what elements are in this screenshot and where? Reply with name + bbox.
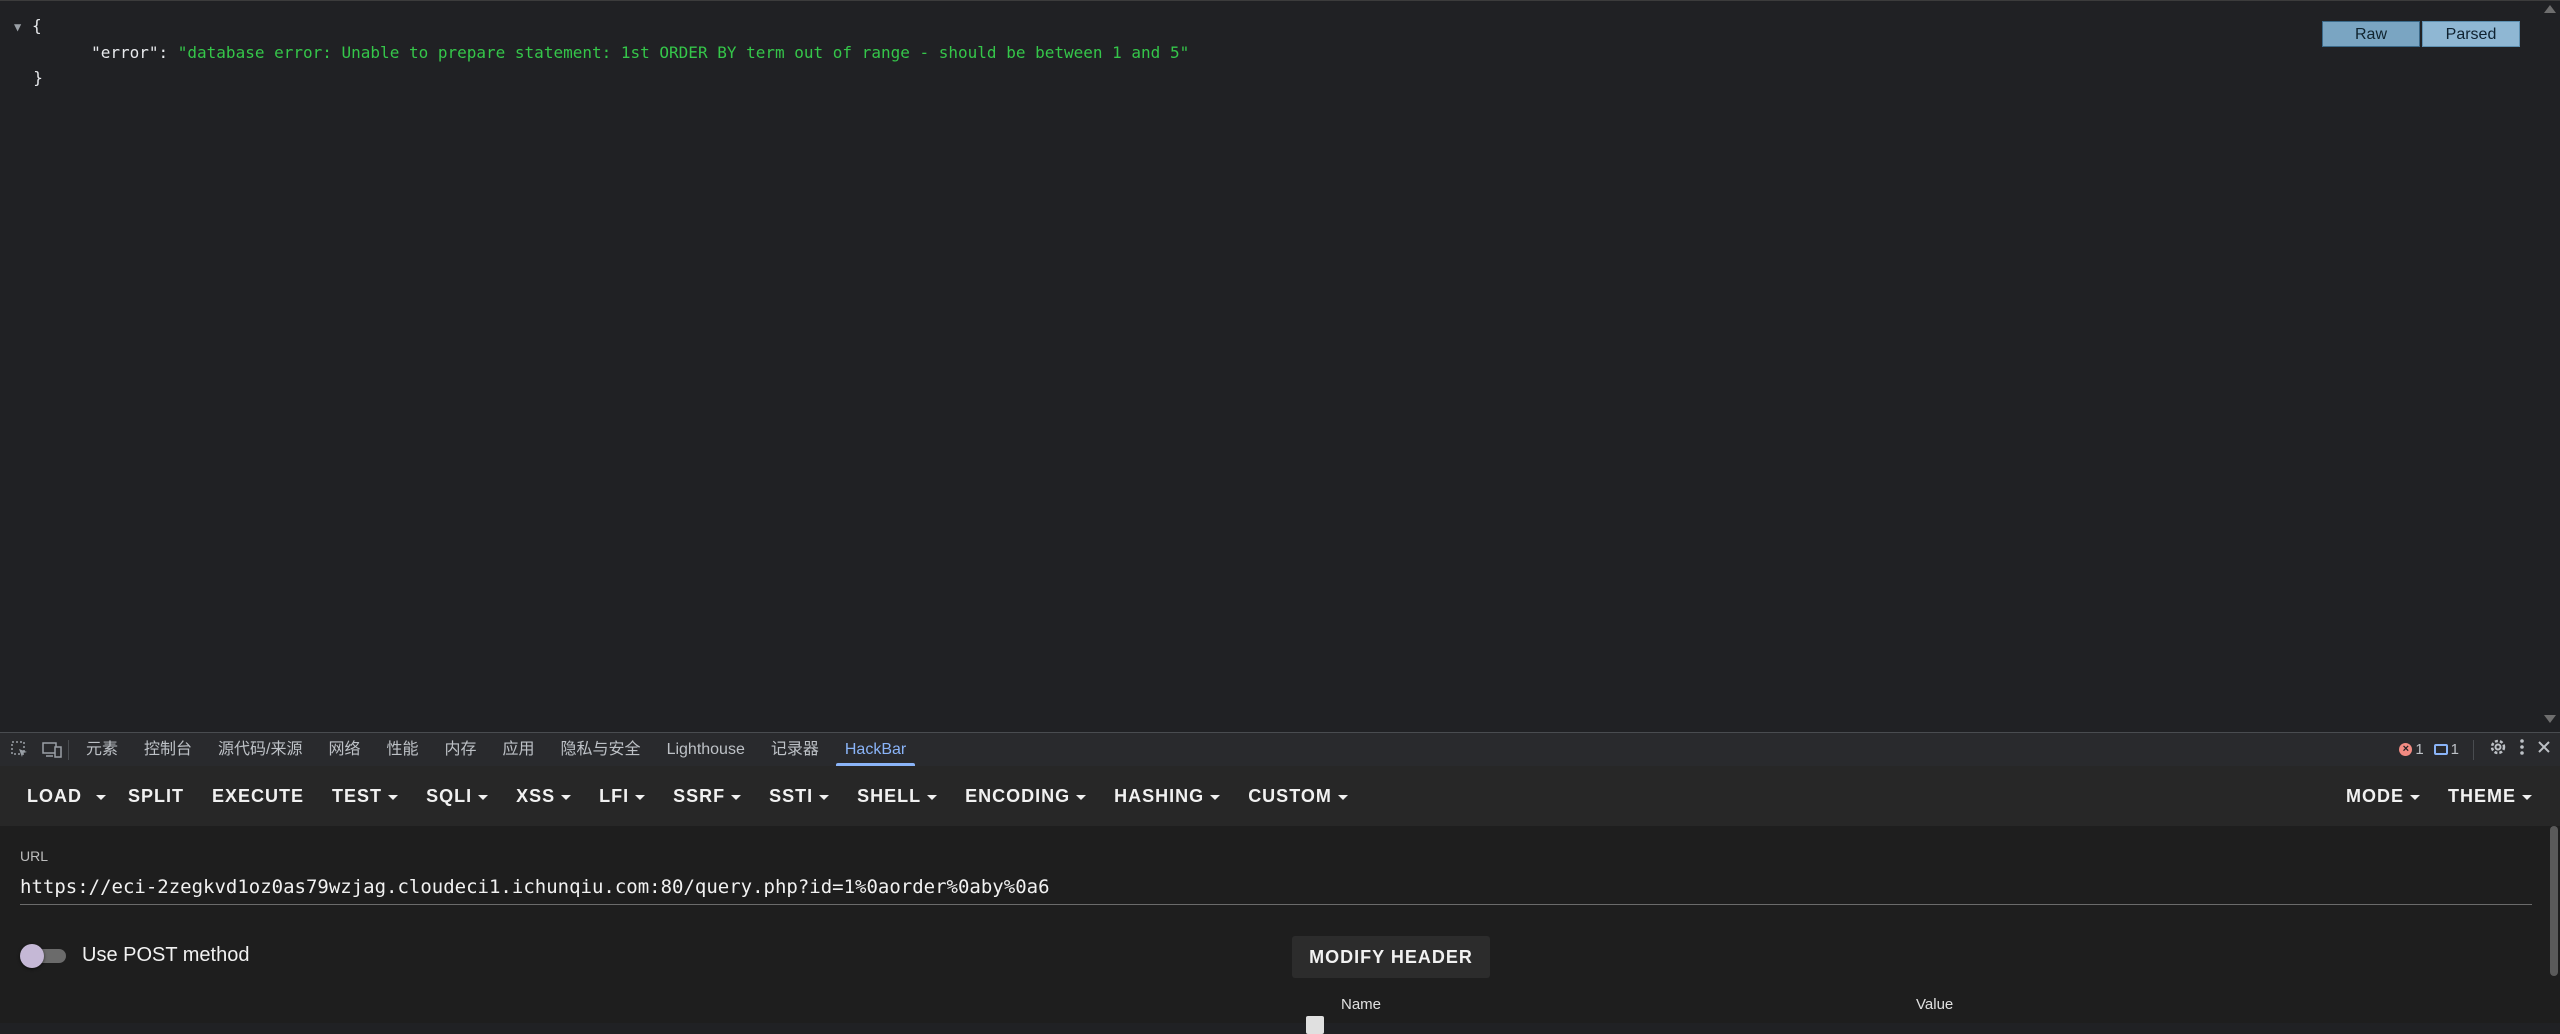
post-method-toggle[interactable] bbox=[20, 944, 68, 968]
error-badge[interactable]: × 1 bbox=[2399, 741, 2424, 758]
custom-menu[interactable]: CUSTOM bbox=[1234, 766, 1362, 826]
tab-lighthouse[interactable]: Lighthouse bbox=[654, 733, 758, 766]
tab-sources[interactable]: 源代码/来源 bbox=[205, 733, 315, 766]
xss-menu[interactable]: XSS bbox=[502, 766, 585, 826]
tab-divider bbox=[68, 739, 69, 760]
chevron-down-icon bbox=[478, 794, 489, 800]
chevron-down-icon bbox=[1210, 794, 1221, 800]
ssti-menu[interactable]: SSTI bbox=[755, 766, 843, 826]
tab-privacy-security[interactable]: 隐私与安全 bbox=[548, 733, 654, 766]
post-method-label: Use POST method bbox=[82, 944, 250, 966]
theme-menu[interactable]: THEME bbox=[2434, 766, 2560, 826]
message-count: 1 bbox=[2450, 741, 2459, 758]
hackbar-toolbar: LOAD SPLIT EXECUTE TEST SQLI XSS LFI SSR… bbox=[0, 766, 2560, 826]
ssrf-menu[interactable]: SSRF bbox=[659, 766, 755, 826]
header-select-all-checkbox[interactable] bbox=[1306, 1016, 1324, 1034]
more-options-icon[interactable] bbox=[2518, 737, 2526, 762]
device-toolbar-icon[interactable] bbox=[40, 738, 64, 762]
chevron-down-icon bbox=[2522, 794, 2532, 800]
devtools-actions: × 1 1 bbox=[2399, 733, 2552, 766]
close-icon[interactable] bbox=[2536, 739, 2552, 760]
chevron-down-icon bbox=[388, 794, 399, 800]
load-menu-button[interactable] bbox=[96, 766, 114, 826]
ssrf-label: SSRF bbox=[673, 786, 726, 806]
split-button[interactable]: SPLIT bbox=[114, 766, 198, 826]
execute-button[interactable]: EXECUTE bbox=[198, 766, 318, 826]
parsed-button[interactable]: Parsed bbox=[2422, 21, 2520, 47]
inspect-element-icon[interactable] bbox=[8, 738, 32, 762]
tab-network[interactable]: 网络 bbox=[315, 733, 373, 766]
json-key: "error" bbox=[91, 43, 159, 62]
chevron-down-icon bbox=[731, 794, 742, 800]
mode-menu[interactable]: MODE bbox=[2332, 766, 2434, 826]
gear-icon[interactable] bbox=[2488, 737, 2508, 762]
test-menu[interactable]: TEST bbox=[318, 766, 412, 826]
hackbar-scrollbar[interactable] bbox=[2550, 826, 2558, 976]
json-open-brace: { bbox=[32, 16, 42, 35]
header-name-column: Name bbox=[1341, 996, 1382, 1013]
actions-divider bbox=[2473, 739, 2474, 760]
mode-label: MODE bbox=[2346, 786, 2404, 806]
shell-label: SHELL bbox=[857, 786, 922, 806]
tab-elements[interactable]: 元素 bbox=[73, 733, 131, 766]
json-value: "database error: Unable to prepare state… bbox=[177, 43, 1190, 62]
message-badge[interactable]: 1 bbox=[2433, 741, 2459, 758]
ssti-label: SSTI bbox=[769, 786, 814, 806]
collapse-triangle-icon[interactable]: ▼ bbox=[14, 15, 32, 40]
sqli-menu[interactable]: SQLI bbox=[412, 766, 502, 826]
encoding-menu[interactable]: ENCODING bbox=[951, 766, 1100, 826]
encoding-label: ENCODING bbox=[965, 786, 1071, 806]
scroll-up-arrow-icon[interactable] bbox=[2544, 5, 2556, 13]
error-icon: × bbox=[2399, 743, 2413, 756]
message-icon bbox=[2433, 744, 2448, 755]
chevron-down-icon bbox=[1337, 794, 1348, 800]
lfi-menu[interactable]: LFI bbox=[585, 766, 659, 826]
test-label: TEST bbox=[332, 786, 383, 806]
theme-label: THEME bbox=[2448, 786, 2516, 806]
header-value-column: Value bbox=[1916, 996, 1954, 1013]
chevron-down-icon bbox=[96, 794, 106, 800]
chevron-down-icon bbox=[1076, 794, 1087, 800]
url-label: URL bbox=[20, 848, 49, 864]
chevron-down-icon bbox=[2410, 794, 2420, 800]
hashing-label: HASHING bbox=[1114, 786, 1205, 806]
load-button[interactable]: LOAD bbox=[0, 766, 96, 826]
raw-button[interactable]: Raw bbox=[2322, 21, 2420, 47]
custom-label: CUSTOM bbox=[1248, 786, 1332, 806]
hashing-menu[interactable]: HASHING bbox=[1100, 766, 1234, 826]
tab-memory[interactable]: 内存 bbox=[432, 733, 490, 766]
raw-parsed-toggle: Raw Parsed bbox=[2322, 21, 2520, 47]
scroll-down-arrow-icon[interactable] bbox=[2544, 715, 2556, 723]
json-close-brace: } bbox=[33, 68, 43, 87]
shell-menu[interactable]: SHELL bbox=[843, 766, 951, 826]
tab-performance[interactable]: 性能 bbox=[374, 733, 432, 766]
error-count: 1 bbox=[2415, 741, 2424, 758]
json-viewer: ▼{ "error": "database error: Unable to p… bbox=[0, 0, 2560, 732]
tab-console[interactable]: 控制台 bbox=[131, 733, 205, 766]
sqli-label: SQLI bbox=[426, 786, 473, 806]
tab-application[interactable]: 应用 bbox=[490, 733, 548, 766]
json-colon: : bbox=[158, 43, 178, 62]
tab-hackbar[interactable]: HackBar bbox=[832, 733, 919, 766]
devtools-tab-bar: 元素 控制台 源代码/来源 网络 性能 内存 应用 隐私与安全 Lighthou… bbox=[0, 732, 2560, 766]
tab-recorder[interactable]: 记录器 bbox=[758, 733, 832, 766]
chevron-down-icon bbox=[561, 794, 572, 800]
xss-label: XSS bbox=[516, 786, 556, 806]
modify-header-button[interactable]: MODIFY HEADER bbox=[1292, 936, 1490, 978]
chevron-down-icon bbox=[635, 794, 646, 800]
json-tree: ▼{ "error": "database error: Unable to p… bbox=[14, 13, 1189, 90]
hackbar-panel: LOAD SPLIT EXECUTE TEST SQLI XSS LFI SSR… bbox=[0, 766, 2560, 1034]
chevron-down-icon bbox=[927, 794, 938, 800]
url-input[interactable]: https://eci-2zegkvd1oz0as79wzjag.cloudec… bbox=[20, 874, 2532, 905]
toggle-knob bbox=[20, 944, 44, 968]
lfi-label: LFI bbox=[599, 786, 630, 806]
chevron-down-icon bbox=[819, 794, 830, 800]
